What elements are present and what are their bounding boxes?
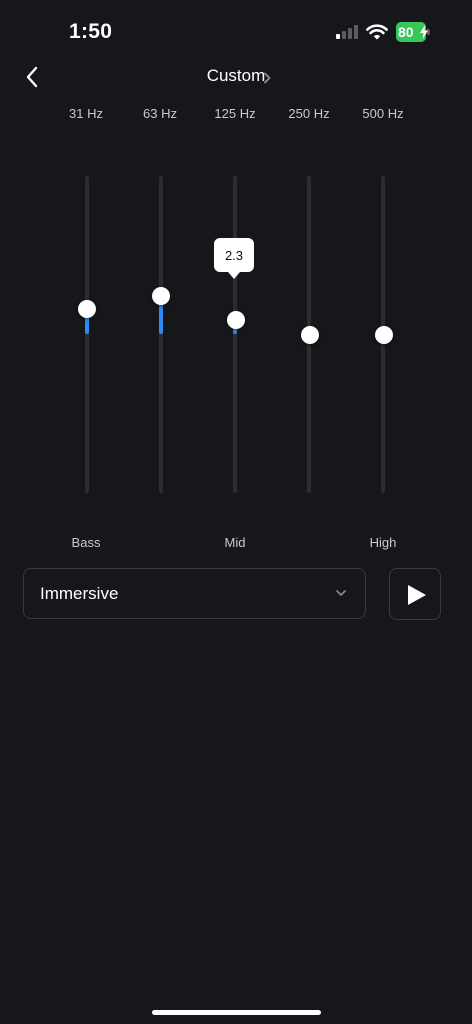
cellular-signal-icon (336, 25, 360, 39)
battery-level: 80 (398, 24, 414, 40)
status-time: 1:50 (69, 20, 113, 43)
eq-slider-thumb-63hz[interactable] (152, 287, 170, 306)
chevron-down-icon (336, 590, 346, 596)
eq-slider-thumb-250hz[interactable] (301, 325, 319, 344)
charging-bolt-icon (420, 25, 428, 39)
band-label-high: High (369, 535, 397, 550)
wifi-icon (366, 24, 388, 40)
band-label-bass: Bass (71, 535, 101, 550)
frequency-label-250hz: 250 Hz (288, 106, 330, 121)
page-title[interactable]: Custom (207, 66, 266, 85)
slider-value-tooltip: 2.3 (214, 238, 254, 279)
preset-selected-value: Immersive (40, 584, 119, 603)
frequency-label-63hz: 63 Hz (143, 106, 177, 121)
status-bar: 1:50 80 (0, 0, 472, 64)
eq-slider-track-31hz[interactable] (85, 176, 89, 493)
battery-icon: 80 (396, 22, 430, 42)
frequency-label-31hz: 31 Hz (69, 106, 103, 121)
home-indicator[interactable] (152, 1010, 321, 1015)
eq-slider-thumb-125hz[interactable] (227, 311, 245, 330)
band-label-mid: Mid (224, 535, 246, 550)
frequency-label-125hz: 125 Hz (214, 106, 256, 121)
eq-slider-track-63hz[interactable] (159, 176, 163, 493)
chevron-right-icon[interactable] (262, 72, 272, 84)
play-icon (408, 585, 426, 605)
preset-dropdown[interactable]: Immersive (23, 568, 366, 619)
eq-slider-thumb-31hz[interactable] (78, 300, 96, 319)
frequency-label-500hz: 500 Hz (362, 106, 404, 121)
header-title-area[interactable]: Custom (0, 66, 472, 86)
eq-slider-track-125hz[interactable] (233, 176, 237, 493)
eq-slider-thumb-500hz[interactable] (375, 325, 393, 344)
play-button[interactable] (389, 568, 441, 620)
